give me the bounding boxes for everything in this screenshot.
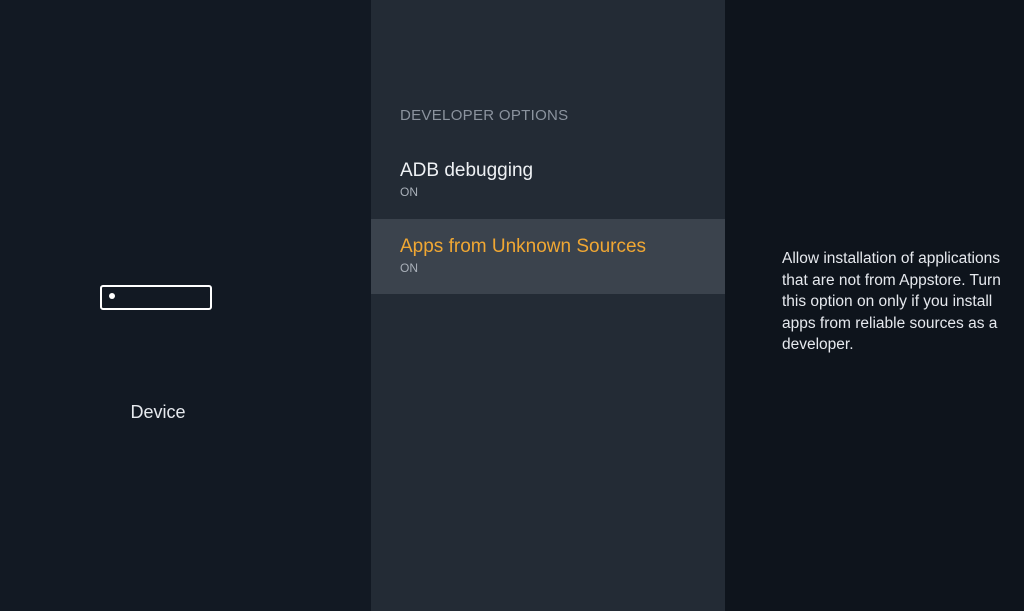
category-panel: Device	[0, 0, 371, 611]
section-header: DEVELOPER OPTIONS	[400, 107, 569, 124]
menu-item-apps-from-unknown-sources[interactable]: Apps from Unknown Sources ON	[371, 219, 725, 294]
menu-item-value: ON	[400, 185, 418, 199]
menu-item-title: Apps from Unknown Sources	[400, 236, 647, 257]
menu-item-value: ON	[400, 261, 418, 275]
option-description: Allow installation of applications that …	[782, 250, 1001, 353]
device-icon	[100, 285, 212, 310]
category-label: Device	[130, 402, 186, 422]
device-icon-dot	[109, 293, 115, 299]
options-panel	[371, 0, 725, 611]
menu-item-title: ADB debugging	[400, 160, 534, 181]
settings-screen: Device DEVELOPER OPTIONS ADB debugging O…	[0, 0, 1024, 611]
menu-item-adb-debugging[interactable]: ADB debugging ON	[371, 143, 725, 218]
